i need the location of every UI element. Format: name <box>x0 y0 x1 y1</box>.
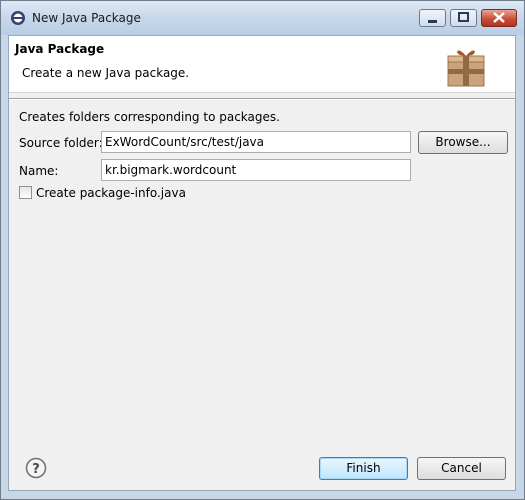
form-description: Creates folders corresponding to package… <box>19 110 280 124</box>
dialog-client-area: Java Package Create a new Java package. … <box>8 35 516 491</box>
banner-separator <box>9 98 515 100</box>
name-label: Name: <box>19 164 59 178</box>
wizard-banner: Java Package Create a new Java package. <box>9 36 515 93</box>
banner-description: Create a new Java package. <box>22 66 190 80</box>
package-name-input[interactable]: kr.bigmark.wordcount <box>101 159 411 181</box>
banner-title: Java Package <box>15 42 105 56</box>
cancel-button[interactable]: Cancel <box>417 457 506 480</box>
close-button[interactable] <box>481 9 517 27</box>
close-icon <box>493 12 505 23</box>
window-title: New Java Package <box>32 11 141 25</box>
package-icon <box>447 50 485 87</box>
minimize-icon <box>428 20 437 23</box>
create-package-info-checkbox[interactable] <box>19 186 32 199</box>
minimize-button[interactable] <box>419 9 446 27</box>
browse-button[interactable]: Browse... <box>418 131 508 154</box>
create-package-info-label[interactable]: Create package-info.java <box>36 186 186 200</box>
title-bar[interactable]: New Java Package <box>1 1 524 35</box>
help-icon[interactable]: ? <box>25 457 47 479</box>
eclipse-icon <box>11 11 25 25</box>
dialog-window: New Java Package Java Package Create a n… <box>0 0 525 500</box>
maximize-button[interactable] <box>450 9 477 27</box>
finish-button[interactable]: Finish <box>319 457 408 480</box>
svg-text:?: ? <box>32 462 40 477</box>
maximize-icon <box>458 12 469 22</box>
source-folder-label: Source folder: <box>19 136 103 150</box>
source-folder-input[interactable]: ExWordCount/src/test/java <box>101 131 411 153</box>
